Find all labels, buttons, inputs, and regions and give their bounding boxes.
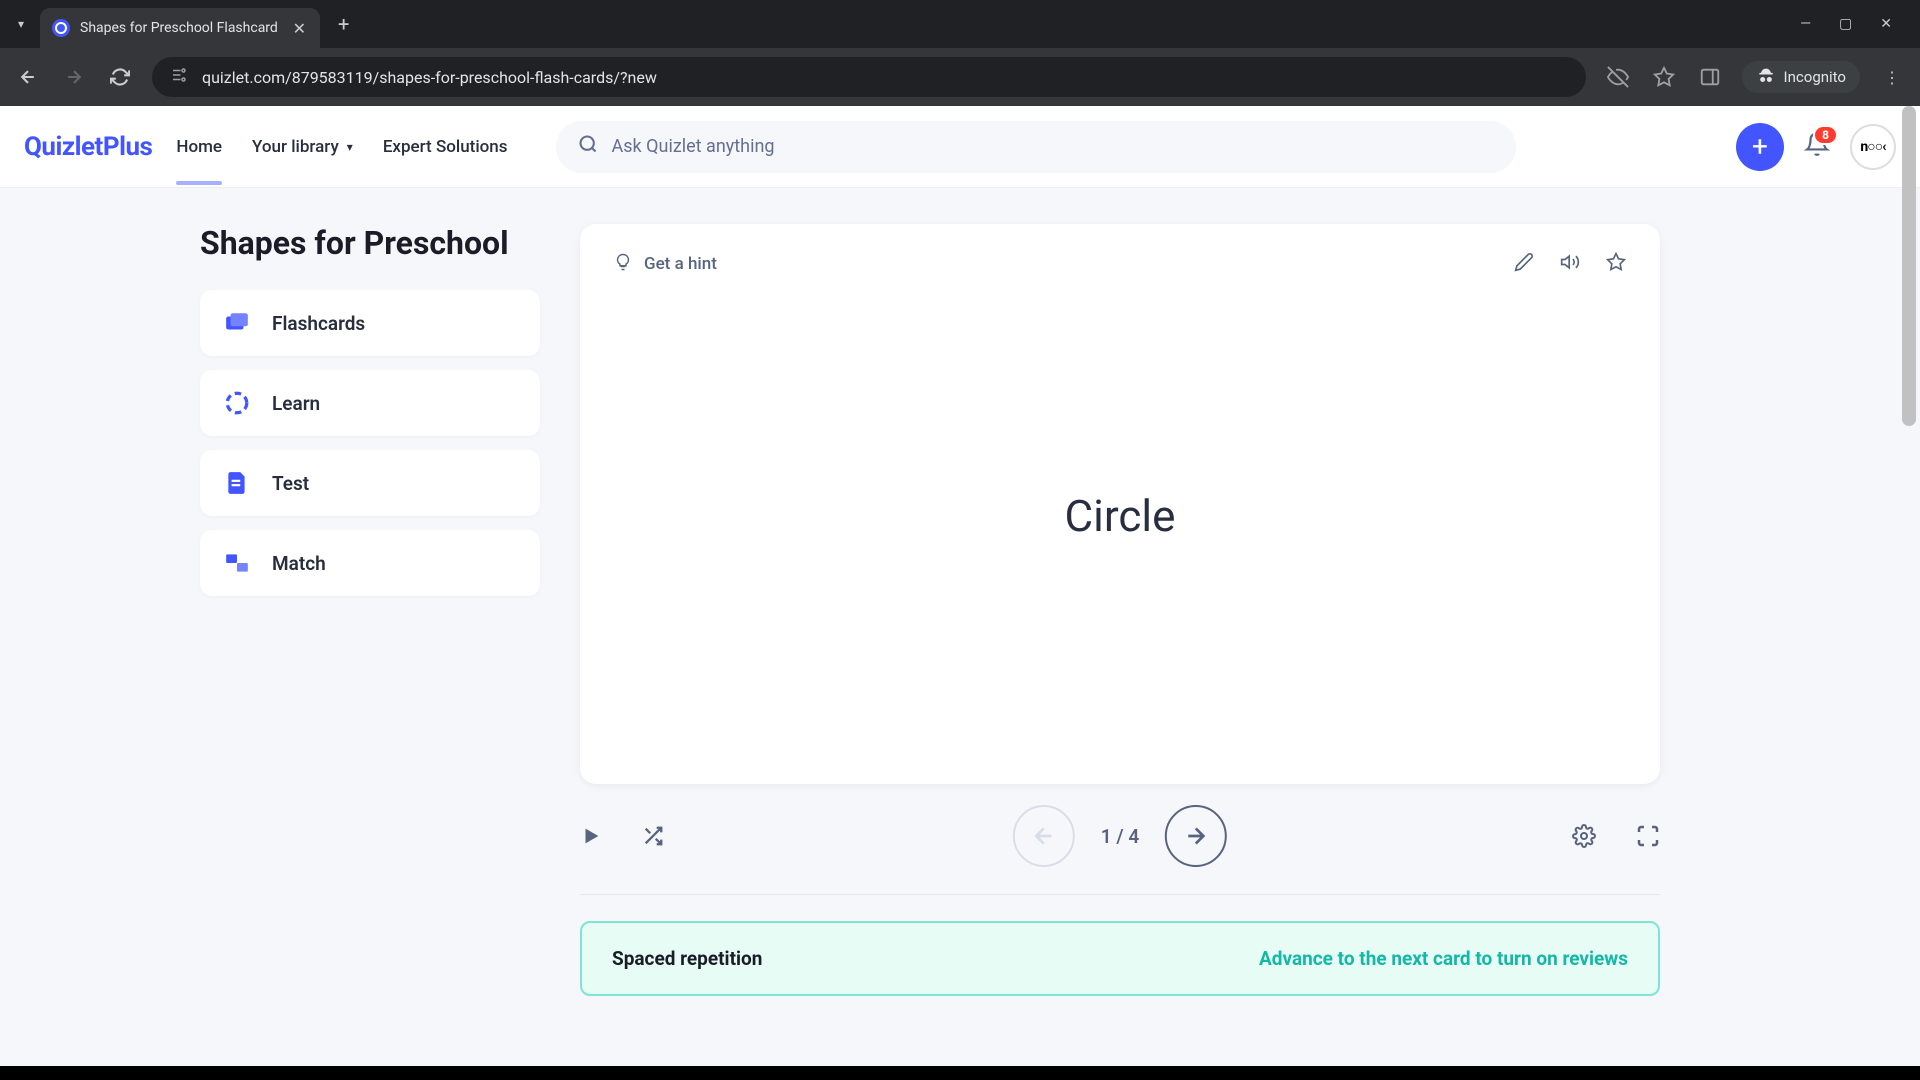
search-placeholder: Ask Quizlet anything xyxy=(612,136,775,157)
settings-icon[interactable] xyxy=(1572,824,1596,848)
fullscreen-icon[interactable] xyxy=(1636,824,1660,848)
mode-learn[interactable]: Learn xyxy=(200,370,540,436)
flashcard[interactable]: Get a hint xyxy=(580,224,1660,784)
new-tab-button[interactable]: + xyxy=(328,6,359,42)
eye-off-icon[interactable] xyxy=(1604,66,1632,88)
maximize-icon[interactable]: ▢ xyxy=(1839,16,1852,32)
mode-flashcards[interactable]: Flashcards xyxy=(200,290,540,356)
site-settings-icon[interactable] xyxy=(170,66,188,88)
tab-title: Shapes for Preschool Flashcard xyxy=(80,20,281,36)
mode-match[interactable]: Match xyxy=(200,530,540,596)
browser-tab[interactable]: Shapes for Preschool Flashcard ✕ xyxy=(40,8,320,48)
address-bar: quizlet.com/879583119/shapes-for-prescho… xyxy=(0,48,1920,106)
create-button[interactable]: + xyxy=(1736,123,1784,171)
set-title: Shapes for Preschool xyxy=(200,224,540,262)
search-icon xyxy=(578,134,598,159)
star-icon[interactable] xyxy=(1606,252,1626,276)
nav-your-library[interactable]: Your library ▾ xyxy=(252,109,353,185)
quizlet-logo[interactable]: QuizletPlus xyxy=(24,132,152,162)
minimize-icon[interactable]: ― xyxy=(1800,16,1811,32)
browser-tab-bar: ▾ Shapes for Preschool Flashcard ✕ + ― ▢… xyxy=(0,0,1920,48)
audio-icon[interactable] xyxy=(1560,252,1580,276)
incognito-badge[interactable]: Incognito xyxy=(1742,61,1860,93)
mode-label: Flashcards xyxy=(272,312,365,335)
prev-card-button[interactable] xyxy=(1013,805,1075,867)
browser-menu-icon[interactable]: ⋮ xyxy=(1878,62,1906,93)
match-icon xyxy=(222,548,252,578)
url-text: quizlet.com/879583119/shapes-for-prescho… xyxy=(202,68,1568,87)
mode-label: Learn xyxy=(272,392,320,415)
window-controls: ― ▢ ✕ xyxy=(1800,16,1910,32)
bookmark-star-icon[interactable] xyxy=(1650,66,1678,88)
quizlet-favicon xyxy=(52,19,70,37)
search-input[interactable]: Ask Quizlet anything xyxy=(556,121,1516,173)
scrollbar-thumb[interactable] xyxy=(1902,106,1916,426)
reload-button[interactable] xyxy=(106,63,134,91)
lightbulb-icon xyxy=(614,253,632,276)
next-card-button[interactable] xyxy=(1165,805,1227,867)
flashcards-icon xyxy=(222,308,252,338)
chevron-down-icon: ▾ xyxy=(347,140,353,154)
forward-button[interactable] xyxy=(60,63,88,91)
user-avatar[interactable]: n○○‹ xyxy=(1850,124,1896,170)
card-term: Circle xyxy=(1065,490,1176,542)
card-progress: 1 / 4 xyxy=(1101,825,1139,848)
nav-expert-solutions[interactable]: Expert Solutions xyxy=(383,109,508,185)
site-header: QuizletPlus Home Your library ▾ Expert S… xyxy=(0,106,1920,188)
tab-search-dropdown[interactable]: ▾ xyxy=(10,13,32,35)
shuffle-button[interactable] xyxy=(642,825,664,847)
get-hint-button[interactable]: Get a hint xyxy=(614,253,717,276)
learn-icon xyxy=(222,388,252,418)
side-panel-icon[interactable] xyxy=(1696,66,1724,88)
divider xyxy=(580,894,1660,895)
incognito-label: Incognito xyxy=(1784,68,1846,86)
mode-label: Match xyxy=(272,552,326,575)
mode-label: Test xyxy=(272,472,309,495)
back-button[interactable] xyxy=(14,63,42,91)
notification-badge: 8 xyxy=(1813,125,1838,145)
hint-label: Get a hint xyxy=(644,254,717,274)
spaced-repetition-banner[interactable]: Spaced repetition Advance to the next ca… xyxy=(580,921,1660,996)
bottom-black-bar xyxy=(0,1066,1920,1080)
banner-title: Spaced repetition xyxy=(612,947,762,970)
edit-icon[interactable] xyxy=(1514,252,1534,276)
close-tab-icon[interactable]: ✕ xyxy=(291,17,308,40)
notifications-button[interactable]: 8 xyxy=(1804,131,1830,163)
banner-cta: Advance to the next card to turn on revi… xyxy=(1259,947,1628,970)
url-bar[interactable]: quizlet.com/879583119/shapes-for-prescho… xyxy=(152,57,1586,97)
scrollbar[interactable] xyxy=(1900,106,1918,1080)
close-window-icon[interactable]: ✕ xyxy=(1880,16,1892,32)
card-controls: 1 / 4 xyxy=(580,804,1660,868)
play-button[interactable] xyxy=(580,825,602,847)
test-icon xyxy=(222,468,252,498)
mode-test[interactable]: Test xyxy=(200,450,540,516)
nav-home[interactable]: Home xyxy=(176,109,222,185)
